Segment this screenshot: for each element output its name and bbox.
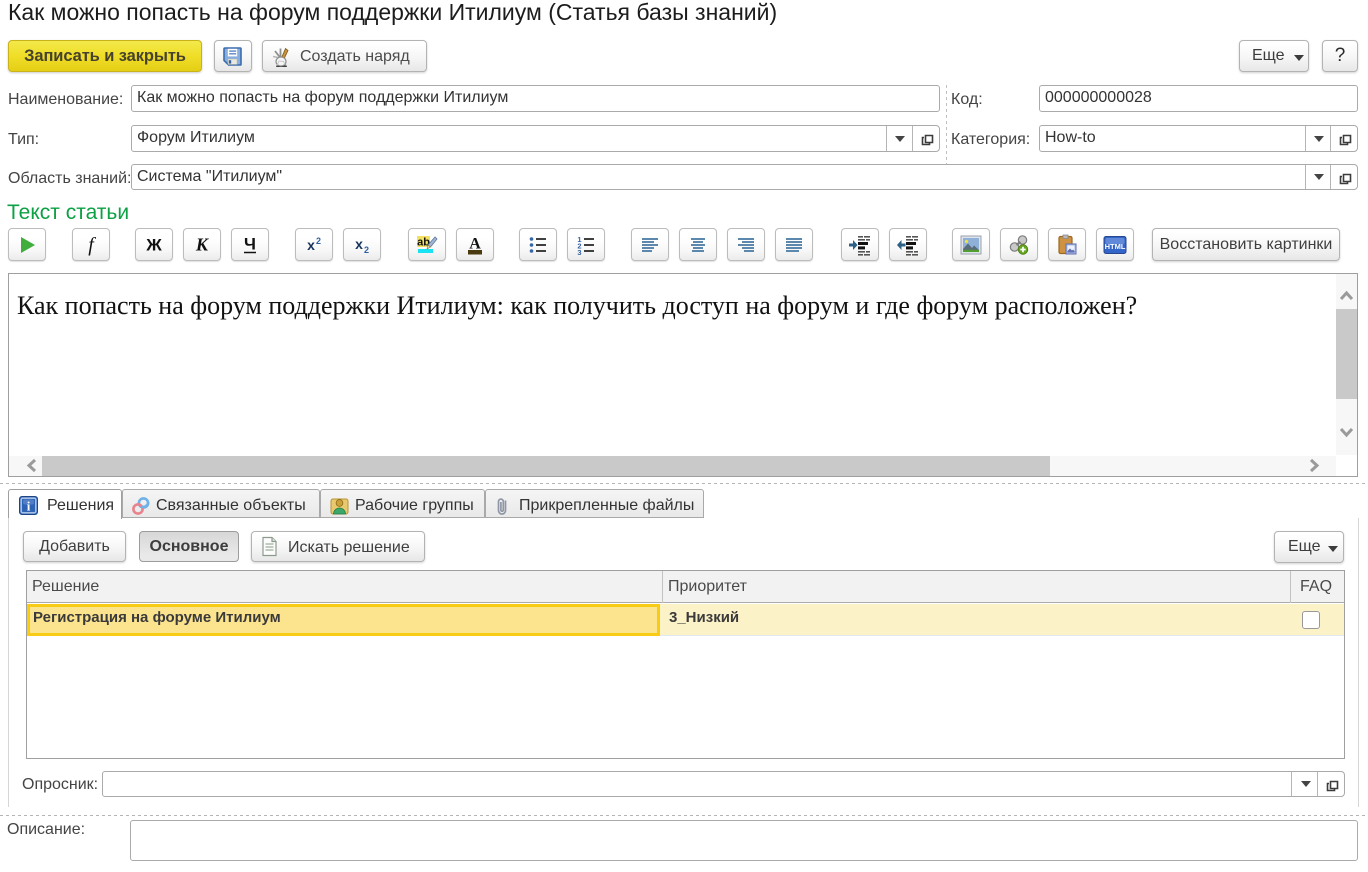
svg-text:HTML: HTML <box>1105 242 1126 251</box>
svg-text:2: 2 <box>364 245 369 255</box>
svg-text:i: i <box>27 499 31 514</box>
svg-text:Ж: Ж <box>145 235 162 254</box>
svg-text:x: x <box>355 236 363 252</box>
svg-text:Ч: Ч <box>244 234 256 253</box>
svg-text:3: 3 <box>577 248 581 256</box>
svg-text:2: 2 <box>316 236 321 246</box>
svg-text:К: К <box>195 234 210 254</box>
svg-text:f: f <box>88 234 96 256</box>
svg-text:A: A <box>469 235 481 252</box>
svg-text:x: x <box>307 237 315 253</box>
